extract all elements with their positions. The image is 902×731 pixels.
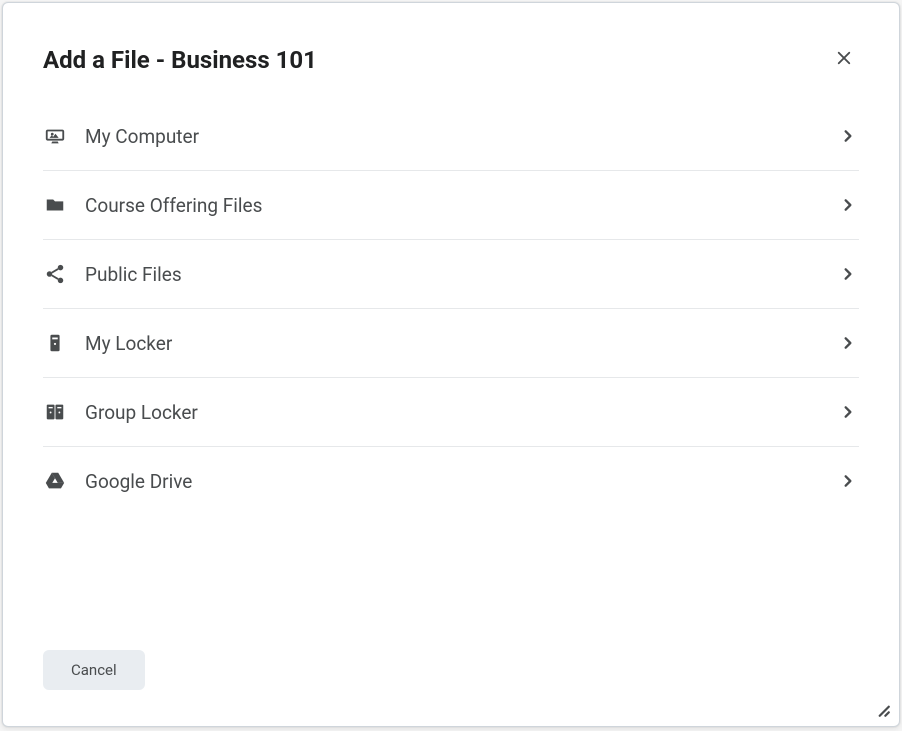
source-item-my-computer[interactable]: My Computer — [43, 106, 859, 171]
dialog-title: Add a File - Business 101 — [43, 46, 317, 74]
chevron-right-icon — [837, 125, 859, 147]
file-source-list: My Computer Course Offering Files — [3, 106, 899, 650]
chevron-right-icon — [837, 263, 859, 285]
close-button[interactable] — [829, 43, 859, 76]
folder-icon — [43, 193, 67, 217]
chevron-right-icon — [837, 332, 859, 354]
locker-icon — [43, 331, 67, 355]
source-item-course-offering-files[interactable]: Course Offering Files — [43, 171, 859, 240]
resize-handle[interactable] — [873, 700, 891, 718]
source-label: Google Drive — [85, 470, 837, 493]
google-drive-icon — [43, 469, 67, 493]
share-icon — [43, 262, 67, 286]
dialog-header: Add a File - Business 101 — [3, 3, 899, 106]
add-file-dialog: Add a File - Business 101 My Computer — [2, 2, 900, 727]
computer-icon — [43, 124, 67, 148]
source-label: My Locker — [85, 332, 837, 355]
chevron-right-icon — [837, 401, 859, 423]
source-item-google-drive[interactable]: Google Drive — [43, 447, 859, 515]
cancel-button[interactable]: Cancel — [43, 650, 145, 690]
source-label: Public Files — [85, 263, 837, 286]
chevron-right-icon — [837, 194, 859, 216]
source-label: My Computer — [85, 125, 837, 148]
source-label: Course Offering Files — [85, 194, 837, 217]
source-label: Group Locker — [85, 401, 837, 424]
source-item-group-locker[interactable]: Group Locker — [43, 378, 859, 447]
close-icon — [835, 49, 853, 70]
chevron-right-icon — [837, 470, 859, 492]
dialog-footer: Cancel — [3, 650, 899, 726]
group-locker-icon — [43, 400, 67, 424]
source-item-my-locker[interactable]: My Locker — [43, 309, 859, 378]
source-item-public-files[interactable]: Public Files — [43, 240, 859, 309]
